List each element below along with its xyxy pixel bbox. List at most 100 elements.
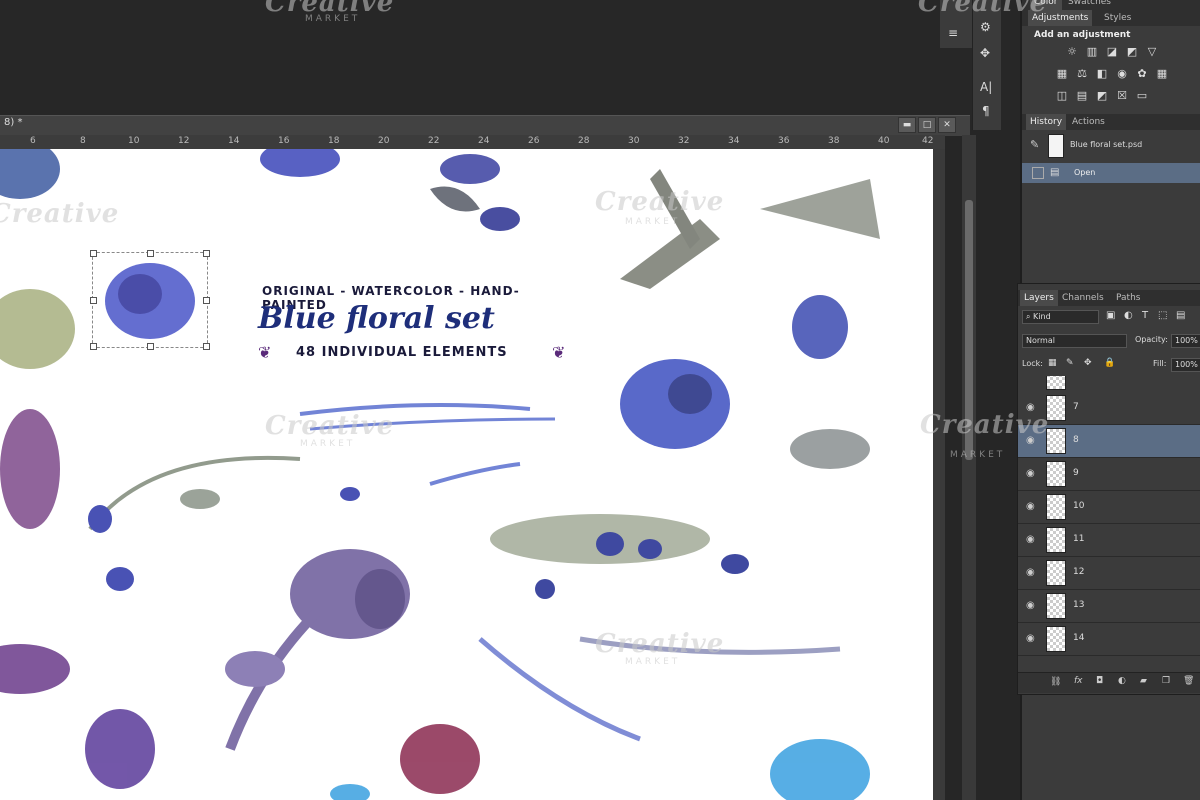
posterize-icon[interactable]: ▤ <box>1076 90 1088 102</box>
color-balance-icon[interactable]: ⚖ <box>1076 68 1088 80</box>
watermark: Creative <box>918 0 1048 18</box>
filter-smart-icon[interactable]: ▤ <box>1176 310 1185 321</box>
eye-icon[interactable]: ◉ <box>1026 633 1035 644</box>
brightness-icon[interactable]: ☼ <box>1066 46 1078 58</box>
tab-styles[interactable]: Styles <box>1100 10 1135 26</box>
adjustments-heading: Add an adjustment <box>1034 30 1131 40</box>
tab-swatches[interactable]: Swatches <box>1064 0 1115 10</box>
layer-thumbnail <box>1046 626 1066 652</box>
properties-icon[interactable]: ≡ <box>948 26 958 40</box>
exposure-icon[interactable]: ◩ <box>1126 46 1138 58</box>
transform-handle[interactable] <box>203 250 210 257</box>
mask-icon[interactable]: ◘ <box>1096 676 1103 686</box>
watermark-sub: MARKET <box>950 450 1006 460</box>
invert-icon[interactable]: ◫ <box>1056 90 1068 102</box>
eye-icon[interactable]: ◉ <box>1026 567 1035 578</box>
history-snapshot-row[interactable]: ✎ Blue floral set.psd <box>1022 132 1200 160</box>
filter-shape-icon[interactable]: ⬚ <box>1158 310 1167 321</box>
paragraph-icon[interactable]: ¶ <box>982 104 990 118</box>
ruler-tick: 22 <box>428 136 440 146</box>
watermark: Creative <box>595 187 725 217</box>
layer-name: 14 <box>1073 633 1085 643</box>
transform-selection[interactable] <box>90 250 210 350</box>
history-state-open[interactable]: ▤ Open <box>1022 163 1200 183</box>
transform-handle[interactable] <box>90 343 97 350</box>
layer-name: 13 <box>1073 600 1085 610</box>
transform-handle[interactable] <box>203 297 210 304</box>
eye-icon[interactable]: ◉ <box>1026 534 1035 545</box>
eye-icon[interactable]: ◉ <box>1026 600 1035 611</box>
document-title[interactable]: 8) * <box>4 117 22 128</box>
black-white-icon[interactable]: ◧ <box>1096 68 1108 80</box>
layer-thumbnail <box>1046 376 1066 390</box>
layer-thumbnail <box>1046 461 1066 487</box>
layer-row[interactable]: ◉ 13 <box>1018 590 1200 623</box>
eye-icon[interactable]: ◉ <box>1026 468 1035 479</box>
ruler-tick: 10 <box>128 136 140 146</box>
selective-color-icon[interactable]: ☒ <box>1116 90 1128 102</box>
channel-mixer-icon[interactable]: ✿ <box>1136 68 1148 80</box>
vibrance-icon[interactable]: ▽ <box>1146 46 1158 58</box>
opacity-input[interactable]: 100% <box>1171 334 1200 348</box>
watermark: Creative <box>920 410 1050 440</box>
transform-handle[interactable] <box>147 250 154 257</box>
eye-icon[interactable]: ◉ <box>1026 501 1035 512</box>
filter-type-icon[interactable]: T <box>1142 310 1148 321</box>
layers-footer: ⛓ fx ◘ ◐ ▰ ❐ 🗑 <box>1018 672 1200 693</box>
layer-row[interactable]: ◉ 12 <box>1018 557 1200 590</box>
layer-name: 9 <box>1073 468 1079 478</box>
fill-label: Fill: <box>1153 359 1167 368</box>
close-button[interactable]: ✕ <box>938 117 956 133</box>
layer-row[interactable]: ◉ 11 <box>1018 524 1200 557</box>
lock-transparency-icon[interactable]: ▦ <box>1048 358 1057 368</box>
adjustment-layer-icon[interactable]: ◐ <box>1118 676 1126 686</box>
brush-preset-icon[interactable]: ⚙ <box>980 20 991 34</box>
tab-layers[interactable]: Layers <box>1020 290 1058 306</box>
layer-filter-kind[interactable]: ⌕ Kind <box>1022 310 1099 324</box>
ruler-tick: 6 <box>30 136 36 146</box>
curves-icon[interactable]: ◪ <box>1106 46 1118 58</box>
color-tab-row: Color Swatches <box>1022 0 1200 10</box>
transform-handle[interactable] <box>147 343 154 350</box>
tab-actions[interactable]: Actions <box>1068 114 1109 130</box>
history-checkbox[interactable] <box>1032 167 1044 179</box>
leaf-ornament-right: ❦ <box>552 343 566 362</box>
clone-source-icon[interactable]: ✥ <box>980 46 990 60</box>
new-layer-icon[interactable]: ❐ <box>1162 676 1170 686</box>
minimize-button[interactable]: ▬ <box>898 117 916 133</box>
hue-saturation-icon[interactable]: ▦ <box>1056 68 1068 80</box>
gradient-map-icon[interactable]: ▭ <box>1136 90 1148 102</box>
threshold-icon[interactable]: ◩ <box>1096 90 1108 102</box>
fill-input[interactable]: 100% <box>1171 358 1200 372</box>
watermark: Creative <box>595 629 725 659</box>
transform-handle[interactable] <box>203 343 210 350</box>
filter-pixel-icon[interactable]: ▣ <box>1106 310 1115 321</box>
photo-filter-icon[interactable]: ◉ <box>1116 68 1128 80</box>
trash-icon[interactable]: 🗑 <box>1183 676 1194 686</box>
tab-history[interactable]: History <box>1026 114 1067 130</box>
tab-paths[interactable]: Paths <box>1112 290 1144 306</box>
lock-position-icon[interactable]: ✥ <box>1084 358 1092 368</box>
filter-adjustment-icon[interactable]: ◐ <box>1124 310 1133 321</box>
lock-all-icon[interactable]: 🔒 <box>1104 358 1115 368</box>
application-top-area <box>0 0 1020 120</box>
transform-handle[interactable] <box>90 250 97 257</box>
maximize-button[interactable]: □ <box>918 117 936 133</box>
folder-icon[interactable]: ▰ <box>1140 676 1147 686</box>
tab-channels[interactable]: Channels <box>1058 290 1108 306</box>
layer-row[interactable]: ◉ 10 <box>1018 491 1200 524</box>
adjustments-tab-row: Adjustments Styles <box>1022 10 1200 26</box>
document-canvas[interactable]: Creative MARKET Creative MARKET Creative… <box>0 149 933 800</box>
blend-mode-select[interactable]: Normal <box>1022 334 1127 348</box>
transform-handle[interactable] <box>90 297 97 304</box>
color-lookup-icon[interactable]: ▦ <box>1156 68 1168 80</box>
fx-icon[interactable]: fx <box>1074 676 1083 686</box>
character-icon[interactable]: A| <box>980 80 992 94</box>
history-state-name: Open <box>1074 168 1096 177</box>
levels-icon[interactable]: ▥ <box>1086 46 1098 58</box>
opacity-label: Opacity: <box>1135 335 1168 344</box>
layer-row[interactable]: ◉ 14 <box>1018 623 1200 656</box>
link-layers-icon[interactable]: ⛓ <box>1050 677 1061 687</box>
lock-pixels-icon[interactable]: ✎ <box>1066 358 1074 368</box>
layer-row[interactable]: ◉ 9 <box>1018 458 1200 491</box>
